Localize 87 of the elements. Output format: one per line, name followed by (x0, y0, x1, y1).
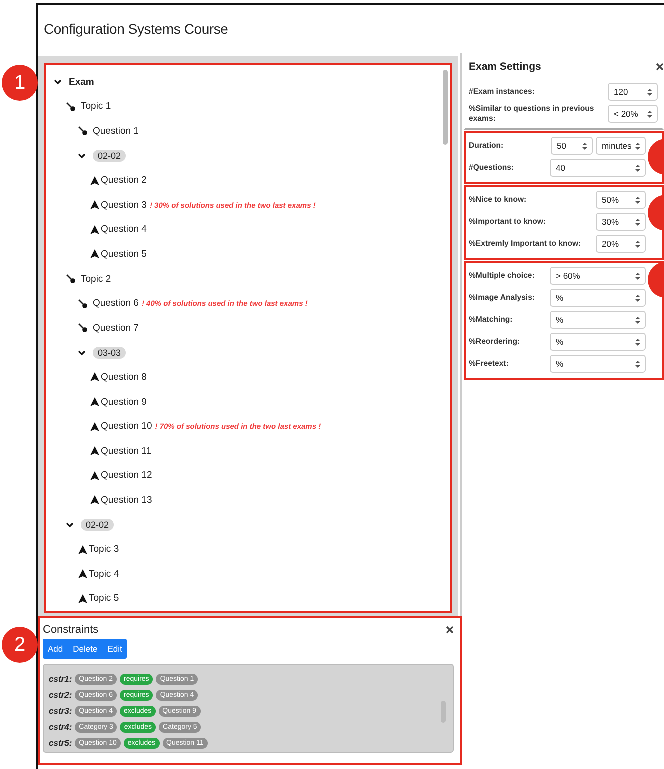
spinner-icon[interactable] (635, 164, 641, 172)
number-field[interactable]: 20% (596, 235, 646, 253)
panel-title: Exam Settings (469, 61, 542, 73)
triangle-icon (78, 569, 88, 580)
tree-node[interactable]: Question 1 (93, 126, 139, 137)
triangle-icon (78, 544, 88, 555)
date-tag[interactable]: 03-03 (93, 346, 126, 359)
spinner-icon[interactable] (635, 316, 641, 324)
tree-node[interactable]: Question 7 (93, 322, 139, 334)
triangle-icon (90, 224, 100, 235)
panel-title: Constraints (43, 624, 99, 636)
scrollbar[interactable] (441, 701, 446, 723)
tree-node[interactable]: Question 6 (93, 298, 139, 310)
triangle-icon (90, 176, 100, 186)
number-field[interactable]: > 60% (550, 267, 646, 285)
pin-icon (78, 298, 88, 309)
tree-node[interactable]: Question 13 (101, 494, 152, 506)
triangle-icon (78, 594, 88, 604)
pin-icon (66, 102, 76, 112)
scrollbar[interactable] (443, 70, 448, 145)
tree-node[interactable]: Topic 2 (81, 274, 112, 285)
callout-badge: 2 (2, 627, 38, 663)
number-field[interactable]: 30% (596, 213, 646, 231)
tree-node[interactable]: Question 9 (101, 396, 147, 408)
chevron-icon[interactable] (66, 520, 74, 529)
tree-node[interactable]: Topic 1 (81, 101, 112, 112)
tree-node[interactable]: Question 12 (101, 470, 152, 482)
triangle-icon (90, 397, 100, 408)
unit-select[interactable]: minutes (596, 137, 646, 155)
triangle-icon (90, 372, 100, 382)
toolbar-button[interactable]: Edit (102, 639, 128, 659)
date-tag[interactable]: 02-02 (81, 518, 114, 531)
chevron-icon[interactable] (54, 78, 62, 86)
tree-node[interactable]: Question 5 (101, 248, 147, 260)
number-field[interactable]: 50 (551, 137, 593, 155)
triangle-icon (90, 422, 100, 432)
spinner-icon[interactable] (635, 196, 641, 204)
constraint-name: cstr1: (49, 674, 72, 684)
toolbar-button[interactable]: Add (43, 639, 68, 659)
callout-badge: 1 (2, 65, 38, 101)
tree-node[interactable]: Topic 3 (89, 544, 120, 556)
constraint-name: cstr5: (49, 738, 72, 748)
spinner-icon[interactable] (647, 88, 653, 96)
spinner-icon[interactable] (635, 218, 641, 226)
tree-node[interactable]: Exam (69, 76, 94, 88)
close-icon[interactable] (656, 63, 664, 71)
spinner-icon[interactable] (635, 240, 641, 248)
spinner-icon[interactable] (582, 142, 588, 150)
chevron-icon[interactable] (78, 152, 86, 160)
date-tag[interactable]: 02-02 (93, 150, 126, 162)
tree-node[interactable]: Topic 5 (89, 593, 120, 604)
number-field[interactable]: % (550, 311, 646, 329)
spinner-icon[interactable] (635, 338, 641, 346)
toolbar-button[interactable]: Delete (68, 639, 103, 659)
triangle-icon (90, 200, 100, 210)
tree-node[interactable]: Topic 4 (89, 568, 120, 580)
number-field[interactable]: % (550, 355, 646, 373)
triangle-icon (90, 249, 100, 260)
tree-node[interactable]: Question 2 (101, 175, 147, 186)
spinner-icon[interactable] (635, 142, 641, 150)
spinner-icon[interactable] (635, 294, 641, 302)
spinner-icon[interactable] (635, 272, 641, 280)
triangle-icon (90, 495, 100, 506)
number-field[interactable]: % (550, 333, 646, 351)
triangle-icon (90, 446, 100, 456)
number-field[interactable]: % (550, 289, 646, 307)
pin-icon (66, 274, 76, 284)
tree-node[interactable]: Question 3 (101, 200, 147, 211)
pin-icon (78, 126, 88, 136)
tree-node[interactable]: Question 8 (101, 372, 147, 383)
number-field[interactable]: 120 (608, 83, 658, 101)
number-field[interactable]: 40 (550, 159, 646, 177)
constraint-name: cstr3: (49, 706, 72, 716)
number-field[interactable]: 50% (596, 191, 646, 209)
page-title: Configuration Systems Course (43, 20, 230, 39)
close-icon[interactable] (446, 626, 454, 634)
pin-icon (78, 323, 88, 334)
spinner-icon[interactable] (635, 360, 641, 368)
number-field[interactable]: < 20% (608, 105, 658, 123)
chevron-icon[interactable] (78, 348, 86, 357)
tree-node[interactable]: Question 11 (101, 446, 152, 457)
spinner-icon[interactable] (647, 110, 653, 118)
constraint-name: cstr4: (49, 722, 72, 732)
triangle-icon (90, 470, 100, 481)
tree-node[interactable]: Question 10 (101, 421, 152, 432)
tree-node[interactable]: Question 4 (101, 224, 147, 236)
constraint-name: cstr2: (49, 690, 72, 700)
